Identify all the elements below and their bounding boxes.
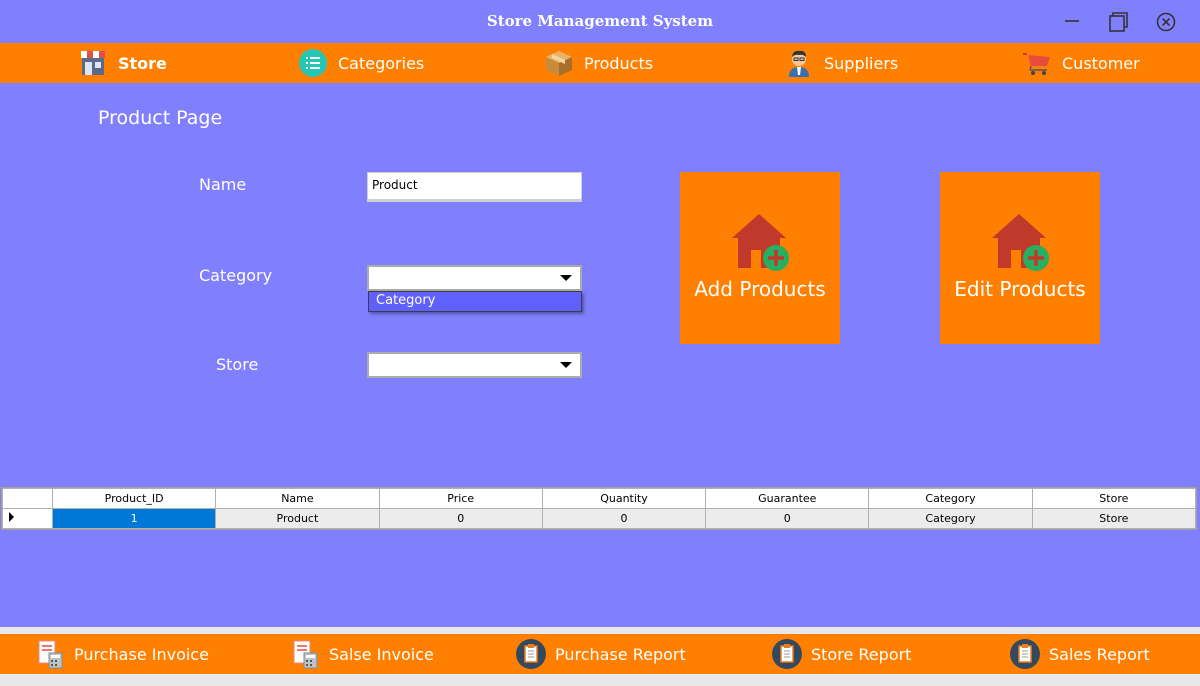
table-cell[interactable]: 1	[51, 508, 217, 529]
category-label: Category	[199, 266, 273, 285]
window-title: Store Management System	[486, 12, 714, 30]
column-header[interactable]: Guarantee	[705, 488, 870, 509]
edit-products-label: Edit Products	[954, 277, 1086, 301]
maximize-icon	[1109, 12, 1128, 32]
column-header[interactable]: Name	[215, 488, 380, 509]
grid-corner-header[interactable]	[2, 488, 53, 509]
table-cell[interactable]: 0	[541, 508, 707, 529]
column-header[interactable]: Quantity	[541, 488, 707, 509]
list-icon	[298, 48, 328, 78]
current-row-icon	[9, 512, 14, 522]
house-add-icon	[992, 214, 1049, 271]
grid-header-row: Product_ID Name Price Quantity Guarantee…	[2, 488, 1197, 509]
close-button[interactable]	[1154, 10, 1178, 34]
table-cell[interactable]: 0	[705, 508, 870, 529]
edit-products-button[interactable]: Edit Products	[940, 172, 1100, 344]
nav-purchase-invoice[interactable]: Purchase Invoice	[34, 634, 209, 674]
cart-icon	[1022, 48, 1052, 78]
nav-store-report-label: Store Report	[811, 644, 912, 664]
maximize-button[interactable]	[1106, 10, 1130, 34]
nav-sales-invoice[interactable]: Salse Invoice	[289, 634, 434, 674]
chevron-down-icon	[560, 362, 572, 368]
category-dropdown-list: Category	[368, 291, 582, 312]
category-dropdown-option[interactable]: Category	[369, 292, 581, 311]
nav-sales-report-label: Sales Report	[1049, 644, 1150, 664]
nav-sales-invoice-label: Salse Invoice	[329, 644, 434, 664]
nav-store-label: Store	[118, 53, 167, 73]
nav-store-report[interactable]: Store Report	[771, 634, 911, 674]
nav-purchase-report-label: Purchase Report	[555, 644, 686, 664]
bottom-nav: Purchase Invoice Salse Invoice Purchase …	[0, 634, 1200, 674]
clipboard-icon	[771, 638, 803, 670]
nav-store[interactable]: Store	[78, 43, 167, 83]
page-title: Product Page	[98, 107, 223, 129]
top-nav: Store Categories Products Suppliers Cust…	[0, 43, 1200, 83]
nav-purchase-report[interactable]: Purchase Report	[515, 634, 686, 674]
minimize-icon	[1065, 20, 1079, 22]
table-cell[interactable]: Product	[215, 508, 380, 529]
nav-customer-label: Customer	[1062, 53, 1140, 73]
add-products-label: Add Products	[694, 277, 826, 301]
nav-categories-label: Categories	[338, 53, 425, 73]
table-cell[interactable]: Store	[1031, 508, 1197, 529]
nav-categories[interactable]: Categories	[298, 43, 424, 83]
house-add-icon	[732, 214, 789, 271]
box-icon	[544, 48, 574, 78]
nav-products-label: Products	[584, 53, 654, 73]
column-header[interactable]: Store	[1031, 488, 1197, 509]
nav-products[interactable]: Products	[544, 43, 653, 83]
invoice-calculator-icon	[34, 638, 66, 670]
column-header[interactable]: Category	[868, 488, 1033, 509]
title-bar: Store Management System	[0, 0, 1200, 43]
store-icon	[78, 48, 108, 78]
clipboard-icon	[1009, 638, 1041, 670]
store-label: Store	[216, 355, 259, 374]
nav-purchase-invoice-label: Purchase Invoice	[74, 644, 209, 664]
row-header[interactable]	[2, 508, 53, 529]
column-header[interactable]: Product_ID	[51, 488, 217, 509]
column-header[interactable]: Price	[378, 488, 543, 509]
invoice-calculator-icon	[289, 638, 321, 670]
close-icon	[1156, 12, 1176, 32]
store-select[interactable]	[367, 352, 582, 378]
nav-suppliers-label: Suppliers	[824, 53, 899, 73]
name-label: Name	[199, 175, 247, 194]
table-cell[interactable]: 0	[378, 508, 543, 529]
nav-sales-report[interactable]: Sales Report	[1009, 634, 1150, 674]
table-cell[interactable]: Category	[868, 508, 1033, 529]
category-select[interactable]	[367, 265, 582, 291]
minimize-button[interactable]	[1060, 10, 1084, 34]
clipboard-icon	[515, 638, 547, 670]
table-row[interactable]: 1 Product 0 0 0 Category Store	[2, 508, 1197, 529]
add-products-button[interactable]: Add Products	[680, 172, 840, 344]
products-grid[interactable]: Product_ID Name Price Quantity Guarantee…	[1, 487, 1197, 530]
chevron-down-icon	[560, 275, 572, 281]
nav-suppliers[interactable]: Suppliers	[784, 43, 898, 83]
person-icon	[784, 48, 814, 78]
nav-customer[interactable]: Customer	[1022, 43, 1140, 83]
name-field[interactable]: Product	[367, 172, 582, 202]
